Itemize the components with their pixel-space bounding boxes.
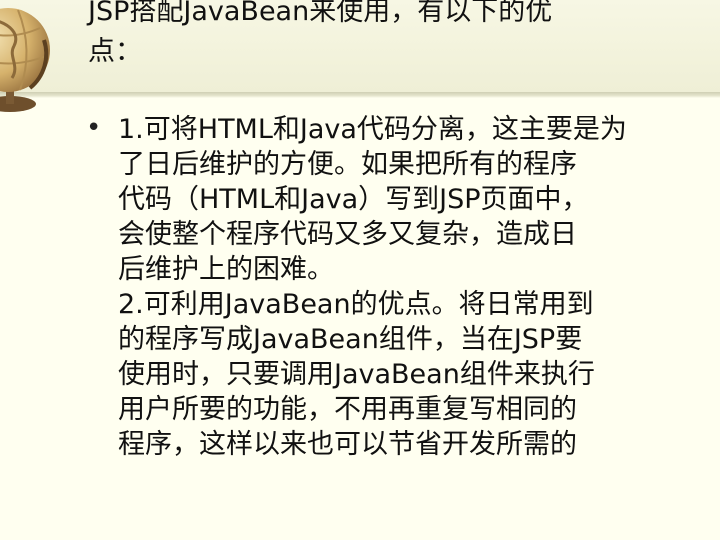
body-line: 用户所要的功能，不用再重复写相同的 bbox=[118, 394, 577, 425]
bullet-paragraph: 1.可将HTML和Java代码分离，这主要是为 了日后维护的方便。如果把所有的程… bbox=[118, 112, 718, 462]
body-line: 程序，这样以来也可以节省开发所需的 bbox=[118, 429, 577, 460]
body-line: 了日后维护的方便。如果把所有的程序 bbox=[118, 149, 577, 180]
body-line: 的程序写成JavaBean组件，当在JSP要 bbox=[118, 324, 583, 355]
bullet-marker: • bbox=[86, 113, 102, 143]
body-line: 2.可利用JavaBean的优点。将日常用到 bbox=[118, 289, 594, 320]
title-line: JSP搭配JavaBean来使用，有以下的优 bbox=[88, 0, 553, 27]
body-line: 1.可将HTML和Java代码分离，这主要是为 bbox=[118, 114, 627, 145]
body-line: 使用时，只要调用JavaBean组件来执行 bbox=[118, 359, 595, 390]
globe-icon bbox=[0, 8, 50, 112]
title-line: 点： bbox=[88, 36, 142, 67]
body-line: 会使整个程序代码又多又复杂，造成日 bbox=[118, 219, 577, 250]
body-line: 后维护上的困难。 bbox=[118, 254, 334, 285]
slide-title: JSP搭配JavaBean来使用，有以下的优 点： bbox=[88, 0, 698, 72]
body-line: 代码（HTML和Java）写到JSP页面中， bbox=[118, 184, 589, 215]
title-divider bbox=[0, 92, 720, 98]
